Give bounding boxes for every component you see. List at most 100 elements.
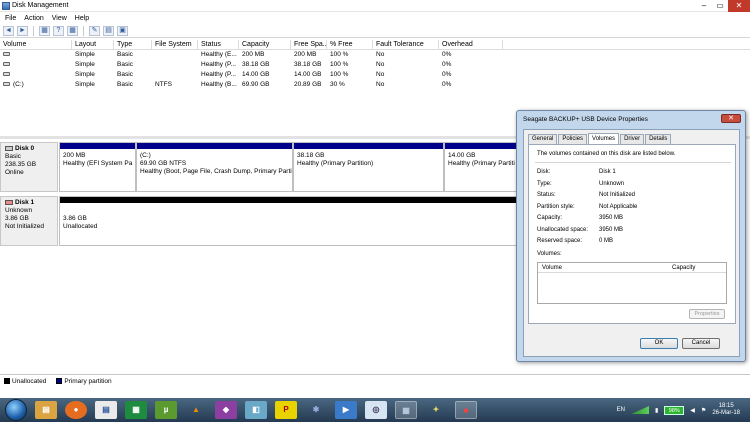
menu-help[interactable]: Help [75,15,89,22]
back-icon[interactable]: ◄ [3,25,14,36]
col-capacity[interactable]: Capacity [239,40,291,49]
torrent-icon[interactable]: µ [155,401,177,419]
partition-c[interactable]: (C:) 69.90 GB NTFS Healthy (Boot, Page F… [136,142,293,192]
minimize-button[interactable]: – [696,0,712,12]
properties-icon[interactable]: ▣ [117,25,128,36]
battery-icon[interactable]: 98% [664,405,685,415]
tab-general[interactable]: General [528,134,558,144]
document-icon[interactable]: ▤ [95,401,117,419]
grid-icon[interactable]: ▦ [39,25,50,36]
properties-button[interactable]: Properties [689,309,725,319]
col-volume[interactable]: Volume [0,40,72,49]
menu-file[interactable]: File [5,15,16,22]
cancel-button[interactable]: Cancel [682,338,720,349]
col-percent-free[interactable]: % Free [327,40,373,49]
partition-status: Healthy (Primary Partiti [448,160,515,167]
menu-action[interactable]: Action [24,15,43,22]
signal-icon[interactable] [630,406,649,414]
cell-text: 0% [442,71,452,78]
partition-size: 69.90 GB NTFS [140,160,187,167]
media-app-icon[interactable]: ◆ [215,401,237,419]
firefox-icon[interactable]: ● [65,401,87,419]
table-row[interactable]: Simple Basic Healthy (P... 14.00 GB 14.00 GB… [0,70,750,80]
partition-primary-1[interactable]: 38.18 GB Healthy (Primary Partition) [293,142,444,192]
col-status[interactable]: Status [198,40,239,49]
search-icon[interactable]: ◎ [365,401,387,419]
property-value: 0 MB [599,238,614,244]
volumes-table[interactable]: Volume Capacity [537,262,727,304]
clock[interactable]: 18:15 26-Mar-18 [712,403,740,417]
col-volume-capacity[interactable]: Capacity [668,263,695,272]
partition-size: 200 MB [63,152,86,159]
device-icon[interactable]: ■ [455,401,477,419]
pdf-icon[interactable]: P [275,401,297,419]
start-button[interactable] [5,399,27,421]
settings-gear-icon[interactable]: ✱ [305,401,327,419]
explorer-icon[interactable]: ▤ [35,401,57,419]
property-row: Partition style: Not Applicable [537,202,637,214]
property-label: Reserved space: [537,238,583,244]
disk-0-label[interactable]: Disk 0 Basic 238.35 GB Online [0,142,58,192]
menu-view[interactable]: View [52,15,67,22]
tab-details[interactable]: Details [645,134,672,144]
disk-management-task-icon[interactable]: ▦ [395,401,417,419]
disk-management-icon [2,2,10,10]
language-indicator[interactable]: EN [617,407,625,413]
table-cell: 14.00 GB [291,70,327,80]
disk-1-name: Disk 1 [15,199,35,206]
app-icon[interactable]: ✦ [425,401,447,419]
volume-icon[interactable]: ◀ [690,407,695,414]
help-icon[interactable]: ? [53,25,64,36]
ok-button[interactable]: OK [640,338,678,349]
vlc-icon[interactable]: ▲ [185,401,207,419]
table-cell: 100 % [327,60,373,70]
table-cell: Basic [114,50,152,60]
table-row[interactable]: Simple Basic Healthy (E... 200 MB 200 MB 100 … [0,50,750,60]
col-free-space[interactable]: Free Spa... [291,40,327,49]
col-fault-tolerance[interactable]: Fault Tolerance [373,40,439,49]
cell-text: 0% [442,61,452,68]
tab-policies[interactable]: Policies [558,134,588,144]
col-layout[interactable]: Layout [72,40,114,49]
tab-driver[interactable]: Driver [620,134,645,144]
properties-dialog: Seagate BACKUP+ USB Device Properties ✕ … [516,110,746,362]
cell-text: 69.90 GB [242,81,270,88]
disk-0-size: 238.35 GB [5,161,37,168]
table-cell: Basic [114,70,152,80]
table-row[interactable]: Simple Basic Healthy (P... 38.18 GB 38.18 GB… [0,60,750,70]
col-volume-name[interactable]: Volume [538,263,668,272]
cell-text: 0% [442,81,452,88]
col-type[interactable]: Type [114,40,152,49]
col-overhead[interactable]: Overhead [439,40,503,49]
forward-icon[interactable]: ► [17,25,28,36]
tab-volumes[interactable]: Volumes [588,133,620,144]
cell-text: 38.18 GB [242,61,270,68]
disk-0-status: Online [5,169,24,176]
maximize-button[interactable]: ▭ [712,0,728,12]
tools-icon[interactable]: ◧ [245,401,267,419]
partition-status: Healthy (Primary Partition) [297,160,374,167]
menu-bar: File Action View Help [0,12,750,24]
network-icon[interactable]: ▮ [655,407,658,414]
disk-1-label[interactable]: Disk 1 Unknown 3.86 GB Not Initialized [0,196,58,246]
cell-text: Basic [117,81,133,88]
spreadsheet-icon[interactable]: ▦ [125,401,147,419]
table-cell: Healthy (P... [198,70,239,80]
partition-primary-2[interactable]: 14.00 GB Healthy (Primary Partiti [444,142,520,192]
legend-unallocated: Unallocated [4,378,46,385]
close-button[interactable]: ✕ [728,0,750,12]
legend-primary: Primary partition [56,378,112,385]
property-value: Unknown [599,180,625,187]
table-cell: (C:) [0,80,72,90]
col-file-system[interactable]: File System [152,40,198,49]
flag-icon[interactable]: ⚑ [701,407,706,414]
unallocated-space[interactable]: 3.86 GB Unallocated [59,196,520,246]
folder-icon[interactable]: ▤ [103,25,114,36]
partition-efi[interactable]: 200 MB Healthy (EFI System Pa [59,142,136,192]
table-row[interactable]: (C:) Simple Basic NTFS Healthy (B... 69.90 GB… [0,80,750,90]
dialog-close-button[interactable]: ✕ [721,114,741,123]
remote-icon[interactable]: ▶ [335,401,357,419]
settings-icon[interactable]: ✎ [89,25,100,36]
property-row: Type: Unknown [537,179,637,191]
grid2-icon[interactable]: ▦ [67,25,78,36]
